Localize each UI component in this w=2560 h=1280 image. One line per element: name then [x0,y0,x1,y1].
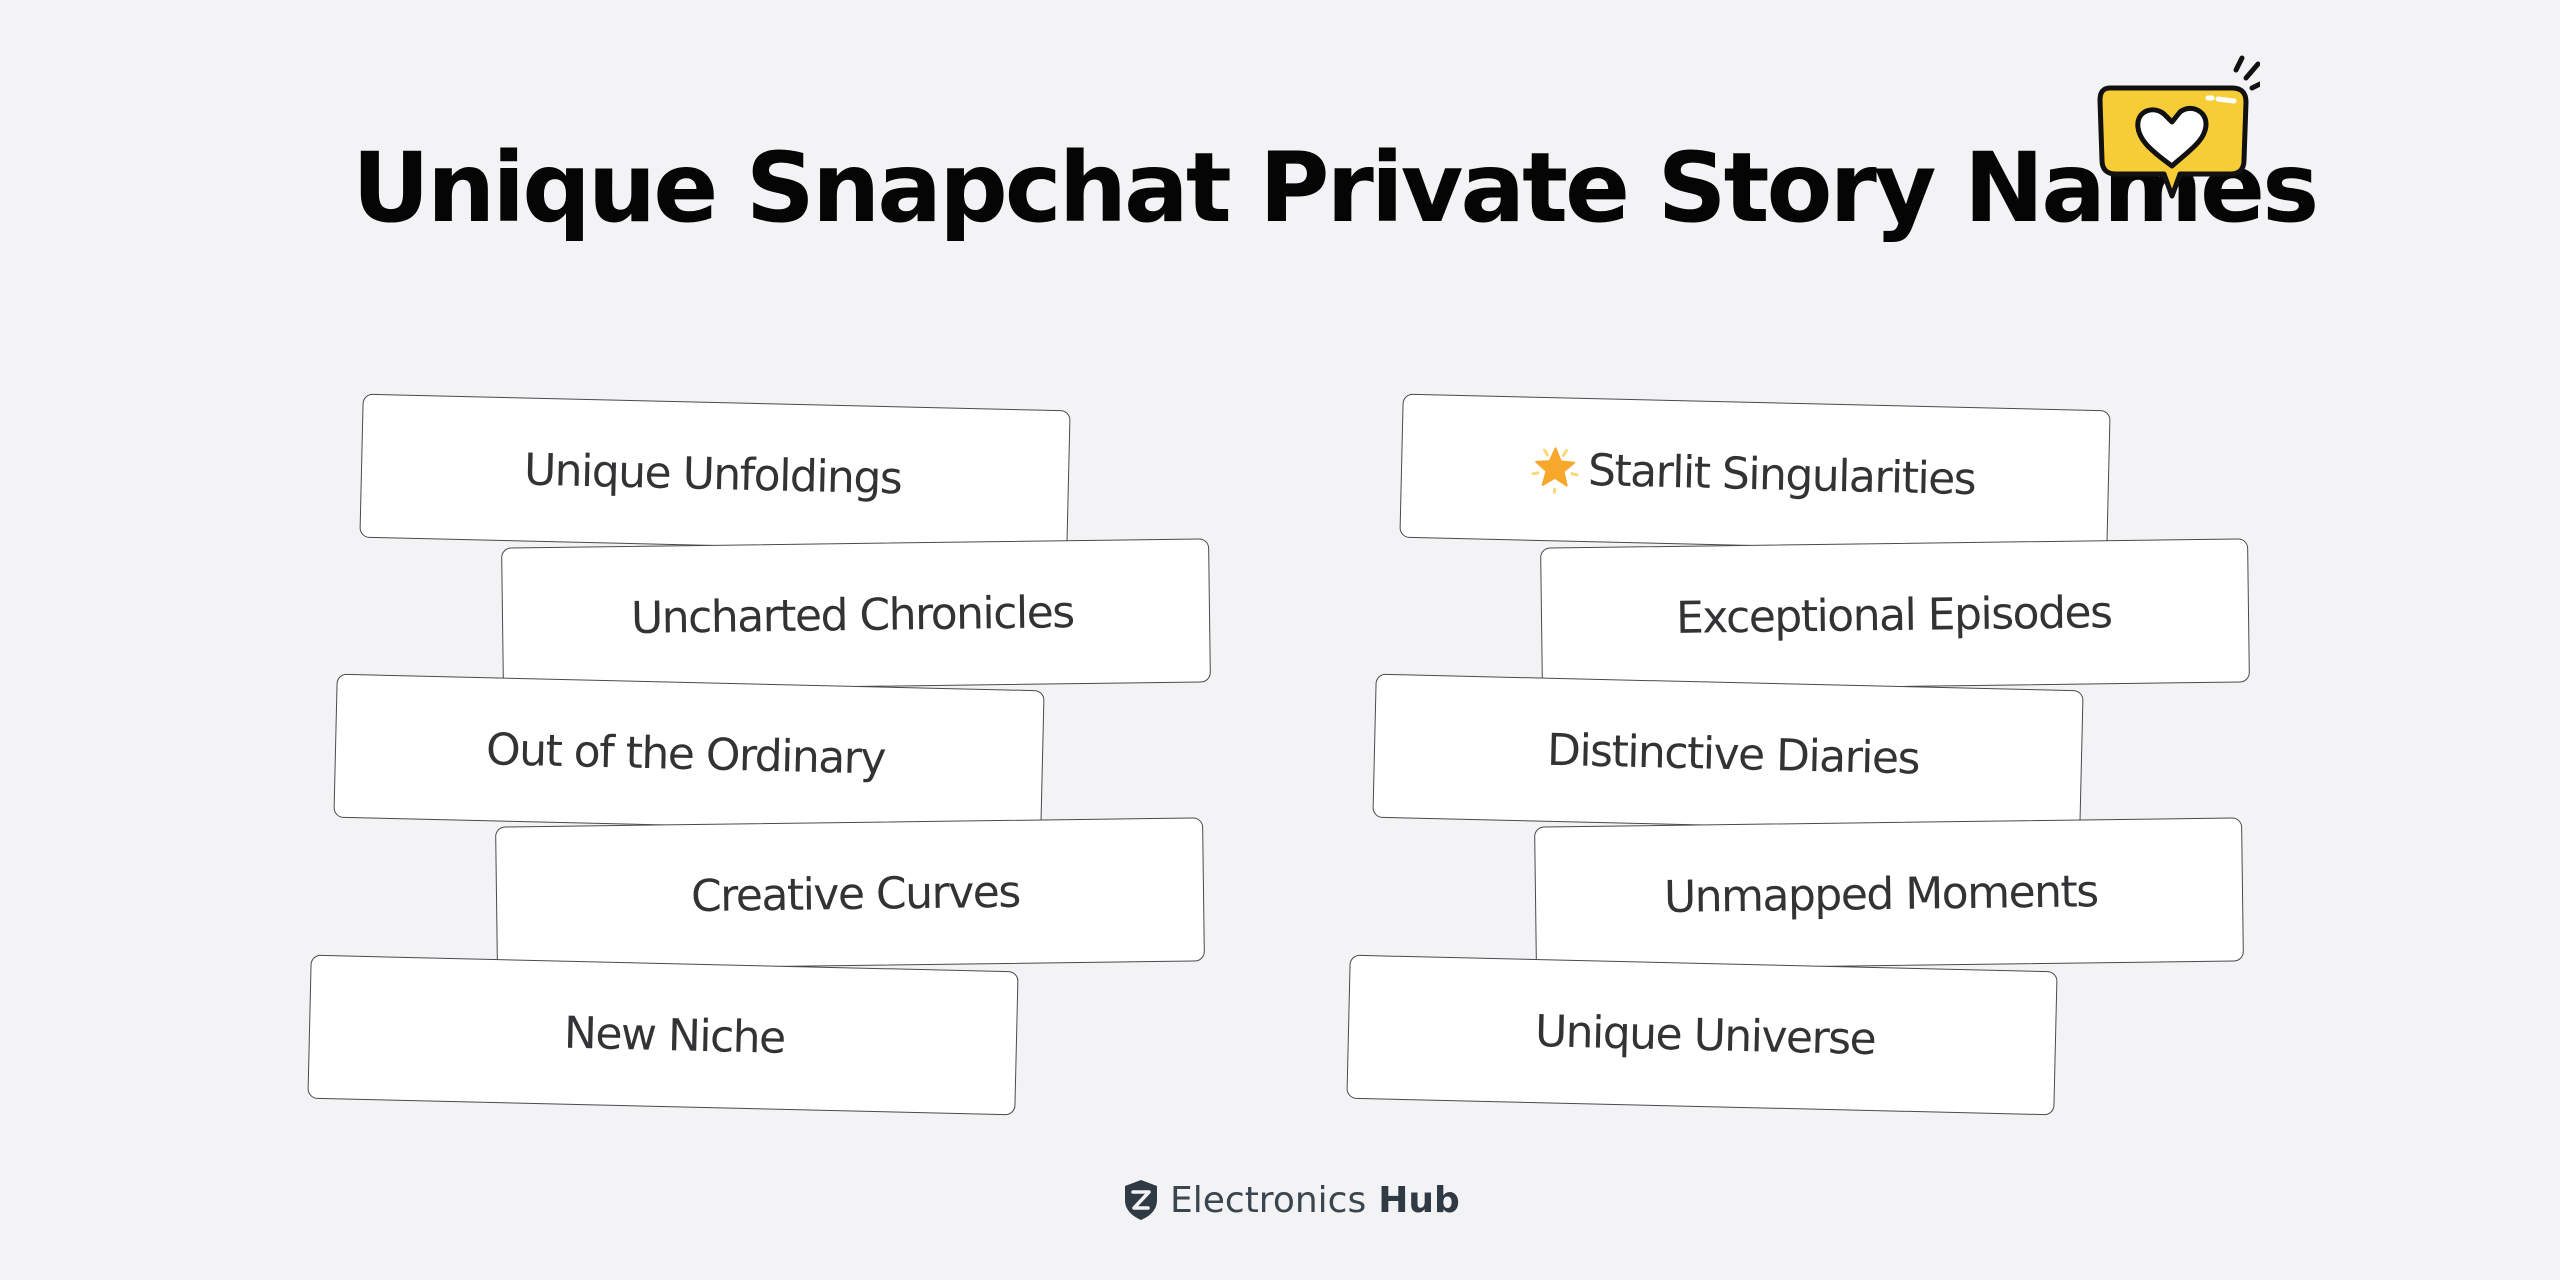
heart-speech-bubble-icon [2097,55,2260,199]
story-name-card: Starlit Singularities [1399,393,2111,555]
shield-logo-icon [1125,1180,1157,1220]
story-name: New Niche [563,1007,786,1064]
brand-footer: Electronics Hub [1122,1178,1460,1222]
story-name: Unique Universe [1534,1005,1876,1065]
star-icon [1531,447,1579,494]
story-name: Creative Curves [690,866,1021,922]
story-name: Uncharted Chronicles [630,586,1074,644]
story-name: Out of the Ordinary [485,723,886,785]
story-name-card: New Niche [307,954,1019,1116]
story-name-card: Uncharted Chronicles [501,538,1211,692]
brand-name-bold: Hub [1378,1179,1460,1221]
story-name-card: Exceptional Episodes [1540,538,2250,692]
story-name: Starlit Singularities [1587,444,1976,505]
story-name: Exceptional Episodes [1675,586,2112,644]
page-title: Unique Snapchat Private Story Names [352,132,2319,244]
story-name: Unmapped Moments [1663,865,2098,923]
story-name-card: Distinctive Diaries [1372,673,2084,835]
brand-name-light: Electronics [1170,1179,1367,1221]
story-name-card: Creative Curves [495,817,1205,971]
story-name-card: Unmapped Moments [1534,817,2244,971]
story-name-card: Unique Universe [1346,954,2058,1116]
story-name-card: Out of the Ordinary [333,673,1045,835]
story-name: Unique Unfoldings [523,444,902,504]
story-name: Distinctive Diaries [1546,724,1920,784]
story-name-card: Unique Unfoldings [359,393,1071,555]
